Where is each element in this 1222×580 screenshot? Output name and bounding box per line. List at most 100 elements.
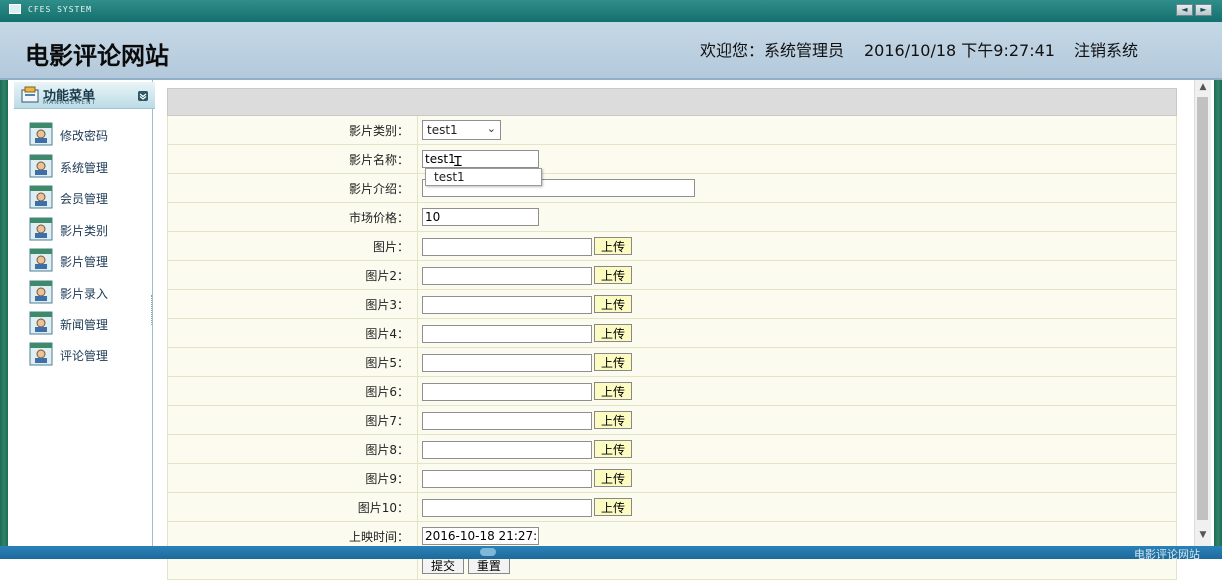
field-label: 图片8： [167, 434, 418, 464]
right-frame-border [1214, 80, 1222, 546]
user-card-icon [29, 280, 53, 304]
upload-button[interactable]: 上传 [594, 410, 633, 429]
field-label: 图片4： [167, 318, 418, 348]
field-label: 图片： [167, 231, 418, 261]
window-nav: ◄ ► [1176, 4, 1212, 16]
form-row-image-3: 图片3： 上传 [167, 289, 1177, 319]
upload-button[interactable]: 上传 [594, 497, 633, 516]
form-row-image-10: 图片10： 上传 [167, 492, 1177, 522]
page-header: 电影评论网站 欢迎您：系统管理员 2016/10/18 下午9:27:41 注销… [0, 22, 1222, 80]
scroll-up-icon[interactable]: ▲ [1195, 82, 1211, 96]
sidebar-item-label: 新闻管理 [60, 318, 109, 332]
logout-link[interactable]: 注销系统 [1074, 37, 1138, 61]
form-header-bar [167, 88, 1177, 116]
vertical-scrollbar[interactable]: ▲ ▼ [1194, 80, 1211, 546]
left-frame-border [0, 80, 8, 546]
autocomplete-suggestion[interactable]: test1 [425, 168, 542, 186]
upload-button[interactable]: 上传 [594, 468, 633, 487]
category-selected-value: test1 [427, 123, 458, 137]
field-label: 影片名称： [167, 144, 418, 174]
field-label: 图片7： [167, 405, 418, 435]
sidebar-item-system-management[interactable]: 系统管理 [29, 154, 149, 180]
image-1-input[interactable] [422, 237, 592, 256]
field-label: 影片类别： [167, 115, 418, 145]
main-content: 影片类别： test1 ⌄ 影片名称： 影片介绍： 市场价格： [155, 80, 1193, 580]
movie-name-input[interactable] [422, 150, 539, 168]
site-title: 电影评论网站 [25, 42, 169, 70]
sidebar-item-label: 评论管理 [60, 349, 109, 363]
form-row-image-2: 图片2： 上传 [167, 260, 1177, 290]
upload-button[interactable]: 上传 [594, 265, 633, 284]
chevron-down-icon: ⌄ [486, 122, 496, 135]
window-icon [9, 4, 21, 14]
field-label: 市场价格： [167, 202, 418, 232]
collapse-icon[interactable] [138, 91, 148, 101]
sidebar-item-change-password[interactable]: 修改密码 [29, 122, 149, 148]
form-row-image-6: 图片6： 上传 [167, 376, 1177, 406]
user-card-icon [29, 185, 53, 209]
upload-button[interactable]: 上传 [594, 352, 633, 371]
field-label: 图片6： [167, 376, 418, 406]
image-4-input[interactable] [422, 324, 592, 343]
form-row-name: 影片名称： [167, 144, 1177, 174]
form-row-image-9: 图片9： 上传 [167, 463, 1177, 493]
sidebar-item-movie-category[interactable]: 影片类别 [29, 217, 149, 243]
form-row-image-8: 图片8： 上传 [167, 434, 1177, 464]
image-7-input[interactable] [422, 411, 592, 430]
menu-header[interactable]: 功能菜单 MANAGEMENT [14, 82, 157, 109]
scrollbar-thumb[interactable] [1197, 97, 1208, 520]
release-time-input[interactable] [422, 527, 539, 545]
category-select[interactable]: test1 ⌄ [422, 120, 501, 140]
footer-text: 电影评论网站 [1134, 548, 1200, 561]
image-8-input[interactable] [422, 440, 592, 459]
movie-form: 影片类别： test1 ⌄ 影片名称： 影片介绍： 市场价格： [167, 88, 1177, 580]
folder-icon [21, 86, 39, 103]
form-row-image-5: 图片5： 上传 [167, 347, 1177, 377]
field-label: 图片10： [167, 492, 418, 522]
prev-arrow-icon[interactable]: ◄ [1176, 4, 1193, 16]
upload-button[interactable]: 上传 [594, 381, 633, 400]
sidebar-item-news-management[interactable]: 新闻管理 [29, 311, 149, 337]
scroll-down-icon[interactable]: ▼ [1195, 530, 1211, 544]
sidebar-item-review-management[interactable]: 评论管理 [29, 342, 149, 368]
horizontal-scroll-thumb[interactable] [480, 548, 496, 556]
user-card-icon [29, 217, 53, 241]
field-label: 图片5： [167, 347, 418, 377]
current-datetime: 2016/10/18 下午9:27:41 [864, 41, 1055, 60]
bottom-bar: 电影评论网站 [0, 546, 1222, 561]
sidebar-item-label: 会员管理 [60, 192, 109, 206]
image-10-input[interactable] [422, 498, 592, 517]
image-5-input[interactable] [422, 353, 592, 372]
sidebar-item-label: 系统管理 [60, 161, 109, 175]
user-card-icon [29, 122, 53, 146]
sidebar-item-movie-entry[interactable]: 影片录入 [29, 280, 149, 306]
form-row-price: 市场价格： [167, 202, 1177, 232]
next-arrow-icon[interactable]: ► [1195, 4, 1212, 16]
form-row-image-7: 图片7： 上传 [167, 405, 1177, 435]
image-6-input[interactable] [422, 382, 592, 401]
upload-button[interactable]: 上传 [594, 439, 633, 458]
form-row-intro: 影片介绍： [167, 173, 1177, 203]
sidebar-item-movie-management[interactable]: 影片管理 [29, 248, 149, 274]
welcome-text: 欢迎您：系统管理员 [700, 41, 845, 60]
image-9-input[interactable] [422, 469, 592, 488]
field-label: 影片介绍： [167, 173, 418, 203]
user-card-icon [29, 311, 53, 335]
user-card-icon [29, 248, 53, 272]
sidebar-item-member-management[interactable]: 会员管理 [29, 185, 149, 211]
sidebar-item-label: 影片管理 [60, 255, 109, 269]
price-input[interactable] [422, 208, 539, 226]
form-row-image-4: 图片4： 上传 [167, 318, 1177, 348]
upload-button[interactable]: 上传 [594, 294, 633, 313]
sidebar-item-label: 影片录入 [60, 287, 109, 301]
upload-button[interactable]: 上传 [594, 323, 633, 342]
field-label: 图片9： [167, 463, 418, 493]
system-title: CFES SYSTEM [28, 5, 92, 14]
image-2-input[interactable] [422, 266, 592, 285]
form-row-category: 影片类别： test1 ⌄ [167, 115, 1177, 145]
text-cursor-icon: Ɪ [454, 154, 462, 170]
image-3-input[interactable] [422, 295, 592, 314]
field-label: 图片2： [167, 260, 418, 290]
sidebar-item-label: 修改密码 [60, 129, 109, 143]
upload-button[interactable]: 上传 [594, 236, 633, 255]
